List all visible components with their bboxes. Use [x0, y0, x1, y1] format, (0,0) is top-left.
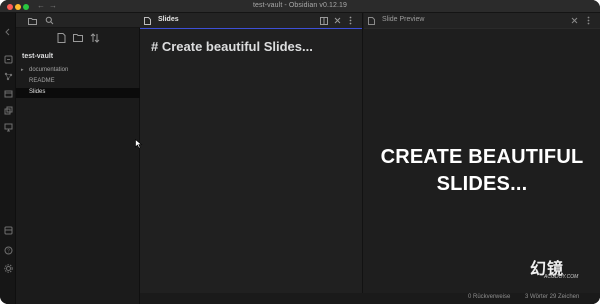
mouse-cursor-icon	[135, 139, 143, 149]
left-ribbon: ?	[0, 13, 16, 304]
vault-name: test-vault	[22, 53, 54, 60]
word-char-count: 3 Wörter 29 Zeichen	[525, 294, 580, 300]
open-vault-icon[interactable]	[3, 225, 13, 235]
app-window: ← → test-vault - Obsidian v0.12.19 ? tes…	[0, 0, 600, 304]
preview-tab-title[interactable]: Slide Preview	[382, 16, 424, 23]
watermark-logo: 幻镜 ACGDOY.COM	[526, 255, 596, 285]
editor-pane: Slides # Create beautiful Slides...	[140, 13, 363, 304]
slide-heading-line-2: SLIDES...	[436, 173, 528, 195]
sort-icon[interactable]	[89, 32, 100, 43]
new-folder-icon[interactable]	[72, 32, 83, 43]
more-options-icon[interactable]	[584, 16, 593, 25]
help-icon[interactable]: ?	[3, 245, 13, 255]
editor-heading-line[interactable]: # Create beautiful Slides...	[151, 39, 313, 54]
collapse-sidebar-icon[interactable]	[3, 27, 13, 37]
slide-heading: CREATE BEAUTIFUL SLIDES...	[364, 144, 600, 198]
tree-folder-documentation[interactable]: ▸ documentation	[16, 66, 140, 76]
document-icon	[144, 17, 151, 25]
preview-pane-header: Slide Preview	[364, 13, 600, 29]
explorer-toolbar	[16, 32, 140, 46]
copy-icon[interactable]	[3, 105, 13, 115]
new-note-icon[interactable]	[56, 32, 67, 43]
search-icon[interactable]	[44, 16, 54, 25]
window-title: test-vault - Obsidian v0.12.19	[252, 2, 348, 9]
slides-icon[interactable]	[3, 122, 13, 132]
svg-text:?: ?	[7, 248, 10, 254]
editor-pane-header: Slides	[140, 13, 362, 29]
chevron-right-icon[interactable]: ▸	[21, 67, 24, 73]
slide-heading-line-1: CREATE BEAUTIFUL	[380, 146, 584, 168]
folder-tab-icon[interactable]	[27, 16, 37, 25]
toggle-preview-icon[interactable]	[319, 16, 328, 25]
status-bar: 0 Rückverweise 3 Wörter 29 Zeichen	[140, 293, 600, 304]
file-explorer-sidebar: test-vault ▸ documentation README Slides	[16, 13, 140, 304]
calendar-icon[interactable]	[3, 88, 13, 98]
graph-view-icon[interactable]	[3, 71, 13, 81]
tree-file-slides[interactable]: Slides	[16, 88, 140, 98]
close-pane-icon[interactable]	[333, 16, 342, 25]
editor-tab-title[interactable]: Slides	[158, 16, 179, 23]
title-bar: ← → test-vault - Obsidian v0.12.19	[0, 0, 600, 13]
document-icon	[368, 17, 375, 25]
sidebar-tab-header	[16, 13, 140, 28]
more-options-icon[interactable]	[346, 16, 355, 25]
quick-switcher-icon[interactable]	[3, 54, 13, 64]
backlinks-count[interactable]: 0 Rückverweise	[468, 294, 510, 300]
settings-gear-icon[interactable]	[3, 263, 13, 273]
tree-file-readme[interactable]: README	[16, 77, 140, 87]
close-pane-icon[interactable]	[570, 16, 579, 25]
watermark-text: ACGDOY.COM	[544, 274, 579, 280]
